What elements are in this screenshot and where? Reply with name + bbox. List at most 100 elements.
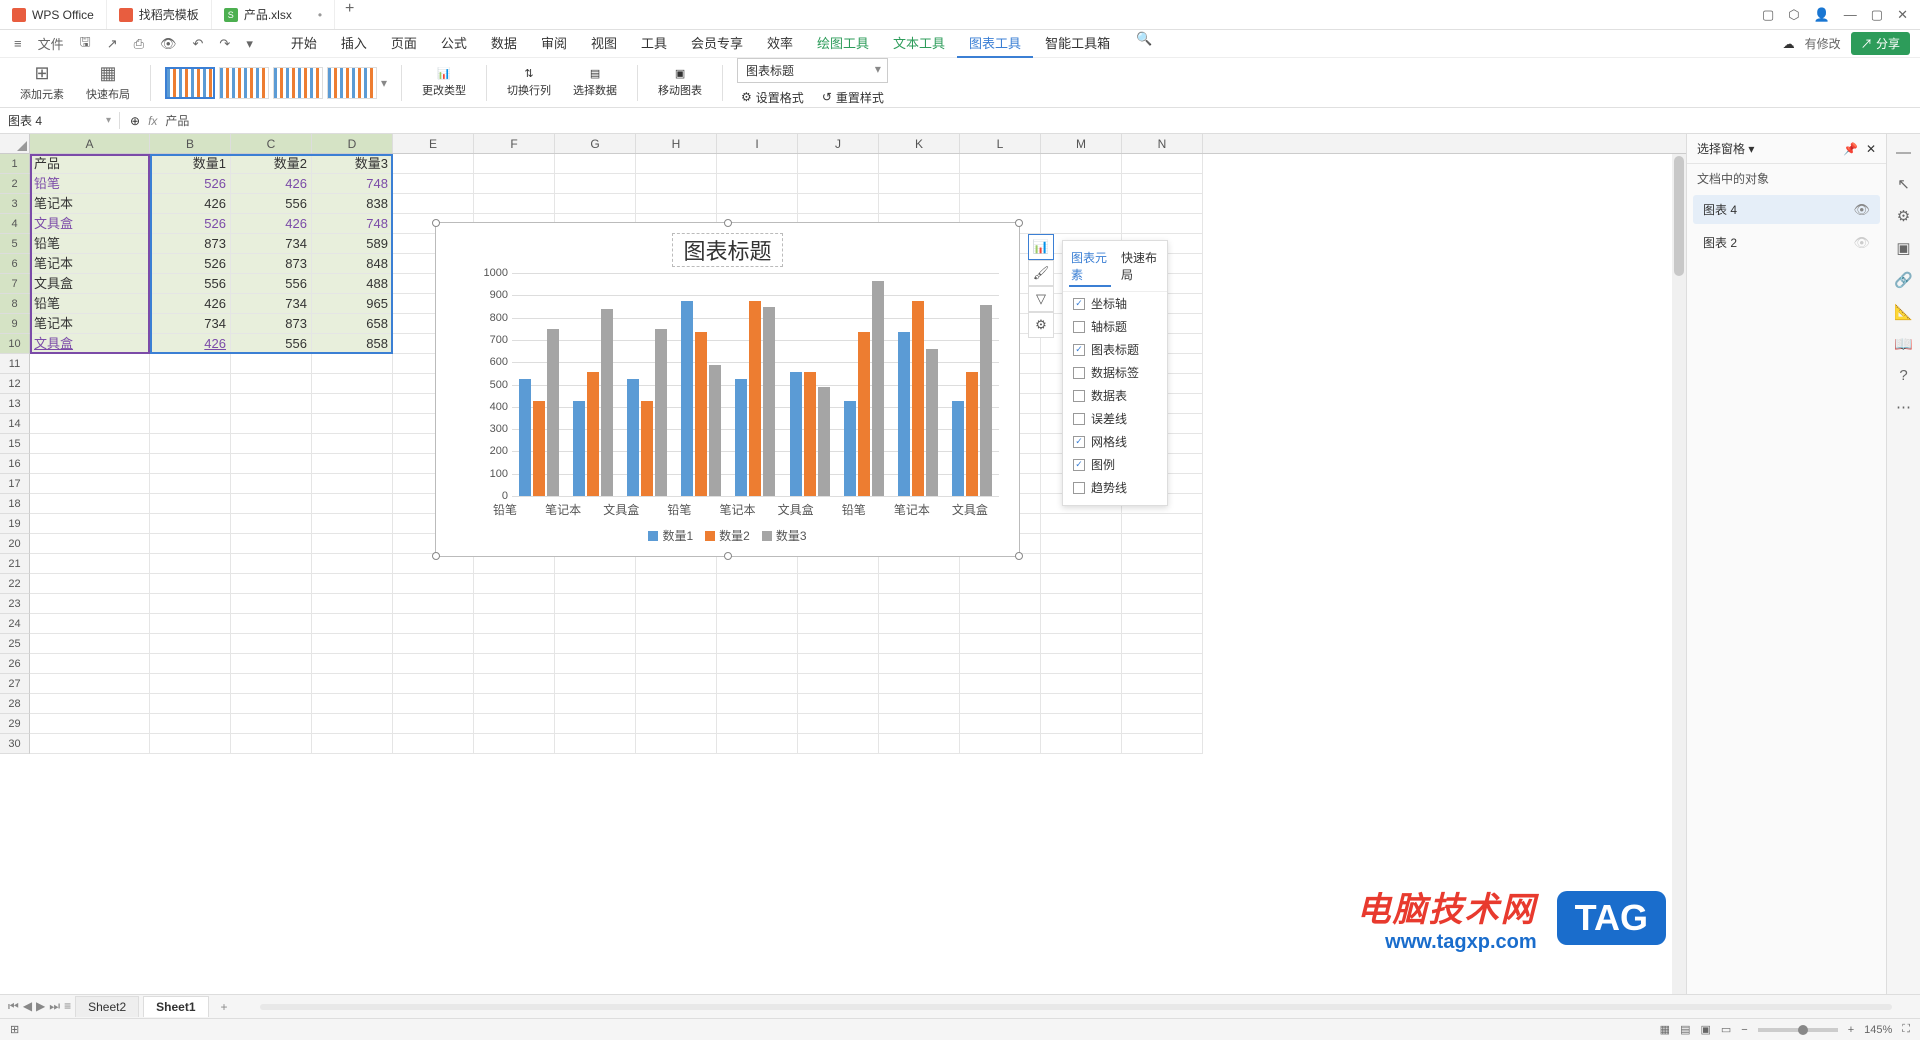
col-header-K[interactable]: K (879, 134, 960, 153)
zoom-in[interactable]: + (1848, 1024, 1854, 1036)
chart-element-option[interactable]: 轴标题 (1063, 315, 1167, 338)
search-icon[interactable]: 🔍 (1132, 29, 1156, 58)
minimize-button[interactable]: — (1844, 7, 1857, 22)
col-header-C[interactable]: C (231, 134, 312, 153)
sheet-nav-prev[interactable]: ◀ (23, 999, 32, 1014)
col-header-F[interactable]: F (474, 134, 555, 153)
app-tab-home[interactable]: WPS Office (0, 0, 107, 29)
dropdown-icon[interactable]: ▾ (242, 34, 257, 54)
menu-formula[interactable]: 公式 (429, 29, 479, 58)
ribbon-move-chart[interactable]: ▣ 移动图表 (652, 67, 708, 98)
col-header-L[interactable]: L (960, 134, 1041, 153)
chart-element-option[interactable]: 误差线 (1063, 407, 1167, 430)
popup-tab-layout[interactable]: 快速布局 (1119, 247, 1161, 287)
cloud-sync-icon[interactable]: ☁ (1783, 37, 1795, 51)
menu-efficiency[interactable]: 效率 (755, 29, 805, 58)
status-mode-icon[interactable]: ⊞ (10, 1023, 19, 1036)
add-sheet-button[interactable]: + (213, 1000, 236, 1014)
menu-data[interactable]: 数据 (479, 29, 529, 58)
app-tab-document[interactable]: S 产品.xlsx • (212, 0, 335, 29)
export-icon[interactable]: ↗ (103, 34, 122, 54)
menu-start[interactable]: 开始 (279, 29, 329, 58)
cursor-tool-icon[interactable]: ↖ (1897, 175, 1910, 193)
col-header-I[interactable]: I (717, 134, 798, 153)
chart-handle-sw[interactable] (432, 552, 440, 560)
chart-title[interactable]: 图表标题 (672, 233, 782, 267)
save-icon[interactable]: 🖫 (76, 31, 95, 57)
settings-tool-icon[interactable]: ⚙ (1897, 207, 1910, 225)
zoom-value[interactable]: 145% (1864, 1024, 1892, 1036)
menu-tools[interactable]: 工具 (629, 29, 679, 58)
sheet-list[interactable]: ≡ (64, 999, 71, 1014)
layout-icon[interactable]: ▢ (1762, 7, 1774, 23)
link-tool-icon[interactable]: 🔗 (1894, 271, 1913, 289)
fullscreen-icon[interactable]: ⛶ (1902, 1023, 1910, 1036)
redo-icon[interactable]: ↷ (215, 34, 234, 54)
ribbon-switch-rc[interactable]: ⇅ 切换行列 (501, 67, 557, 98)
ruler-tool-icon[interactable]: 📐 (1894, 303, 1913, 321)
chart-element-option[interactable]: 趋势线 (1063, 476, 1167, 499)
chart-style-3[interactable] (273, 67, 323, 99)
zoom-out[interactable]: − (1741, 1024, 1747, 1036)
chart-element-option[interactable]: 数据标签 (1063, 361, 1167, 384)
chart-handle-s[interactable] (724, 552, 732, 560)
close-button[interactable]: ✕ (1897, 7, 1908, 23)
menu-page[interactable]: 页面 (379, 29, 429, 58)
print-icon[interactable]: ⎙ (130, 34, 148, 54)
col-header-J[interactable]: J (798, 134, 879, 153)
view-page-icon[interactable]: ▤ (1680, 1023, 1690, 1036)
menu-chart[interactable]: 图表工具 (957, 29, 1033, 58)
menu-icon[interactable]: ≡ (10, 34, 26, 53)
zoom-slider[interactable] (1758, 1028, 1838, 1032)
sheet-nav-next[interactable]: ▶ (36, 999, 45, 1014)
ribbon-select-data[interactable]: ▤ 选择数据 (567, 67, 623, 98)
ribbon-add-element[interactable]: ⊞ 添加元素 (14, 63, 70, 102)
help-tool-icon[interactable]: ? (1899, 367, 1907, 384)
maximize-button[interactable]: ▢ (1871, 7, 1883, 23)
close-pane-icon[interactable]: ✕ (1866, 142, 1876, 156)
visibility-icon[interactable]: 👁 (1853, 202, 1870, 218)
view-normal-icon[interactable]: ▦ (1660, 1023, 1670, 1036)
chart-styles-button[interactable]: 🖌 (1028, 260, 1054, 286)
col-header-N[interactable]: N (1122, 134, 1203, 153)
col-header-D[interactable]: D (312, 134, 393, 153)
ribbon-change-type[interactable]: 📊 更改类型 (416, 67, 472, 98)
menu-text[interactable]: 文本工具 (881, 29, 957, 58)
pane-item-chart2[interactable]: 图表 2 👁 (1693, 228, 1880, 257)
name-box[interactable]: 图表 4 (0, 112, 120, 129)
chart-element-option[interactable]: 数据表 (1063, 384, 1167, 407)
pane-item-chart4[interactable]: 图表 4 👁 (1693, 195, 1880, 224)
pin-icon[interactable]: 📌 (1843, 142, 1858, 156)
vertical-scrollbar[interactable] (1672, 154, 1686, 994)
avatar-icon[interactable]: 👤 (1814, 7, 1830, 23)
chart-style-more[interactable]: ▾ (381, 76, 387, 90)
share-button[interactable]: ↗ 分享 (1851, 32, 1910, 55)
menu-review[interactable]: 审阅 (529, 29, 579, 58)
add-tab-button[interactable]: + (335, 0, 364, 29)
chart-filter-button[interactable]: ▽ (1028, 286, 1054, 312)
chart-element-option[interactable]: 图表标题 (1063, 338, 1167, 361)
preview-icon[interactable]: 👁 (156, 34, 181, 54)
expand-fx-icon[interactable]: ⊕ (130, 114, 140, 128)
ribbon-reset-style[interactable]: ↺ 重置样式 (818, 87, 888, 108)
popup-tab-elements[interactable]: 图表元素 (1069, 247, 1111, 287)
col-header-H[interactable]: H (636, 134, 717, 153)
ribbon-quick-layout[interactable]: ▦ 快速布局 (80, 63, 136, 102)
fx-icon[interactable]: fx (148, 114, 157, 128)
layers-tool-icon[interactable]: ▣ (1896, 239, 1910, 257)
sheet-tab-sheet2[interactable]: Sheet2 (75, 996, 139, 1017)
chart-elements-button[interactable]: 📊 (1028, 234, 1054, 260)
cube-icon[interactable]: ⬡ (1788, 7, 1799, 23)
menu-draw[interactable]: 绘图工具 (805, 29, 881, 58)
visibility-hidden-icon[interactable]: 👁 (1853, 235, 1870, 251)
undo-icon[interactable]: ↶ (189, 34, 208, 54)
chart-style-4[interactable] (327, 67, 377, 99)
menu-smart[interactable]: 智能工具箱 (1033, 29, 1122, 58)
chart-handle-se[interactable] (1015, 552, 1023, 560)
chart-style-2[interactable] (219, 67, 269, 99)
horizontal-scrollbar[interactable] (260, 1004, 1892, 1010)
view-break-icon[interactable]: ▣ (1700, 1023, 1710, 1036)
menu-member[interactable]: 会员专享 (679, 29, 755, 58)
sheet-tab-sheet1[interactable]: Sheet1 (143, 996, 208, 1017)
menu-insert[interactable]: 插入 (329, 29, 379, 58)
